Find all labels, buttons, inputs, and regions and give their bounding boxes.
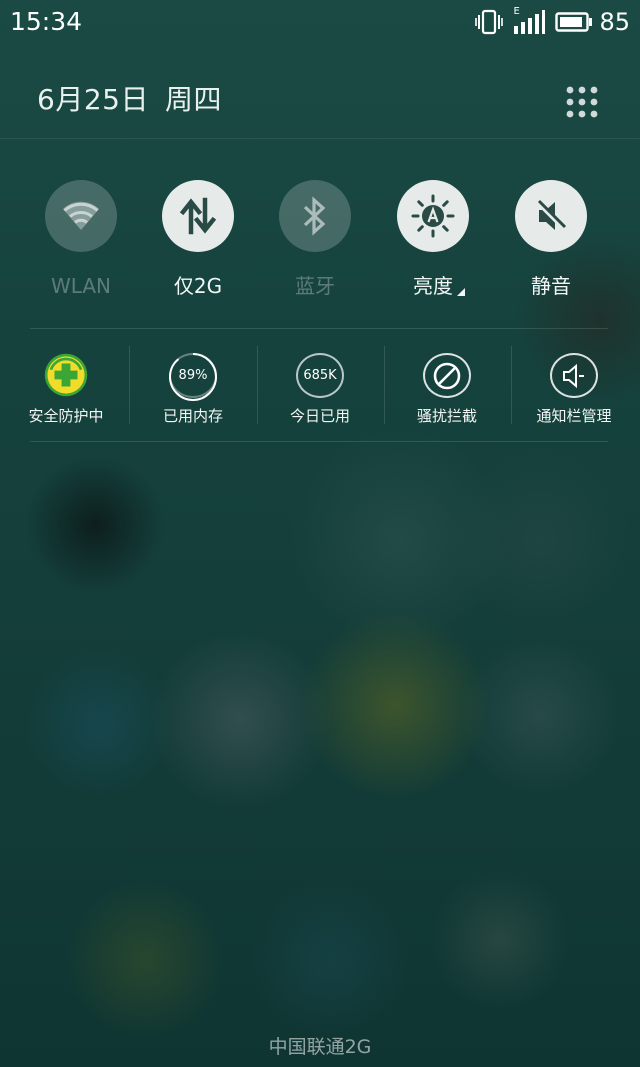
tool-memory-label: 已用内存 <box>162 407 223 425</box>
tool-block-calls-label: 骚扰拦截 <box>416 407 477 425</box>
tool-security-label: 安全防护中 <box>28 407 104 425</box>
block-icon <box>423 353 471 398</box>
memory-value: 89% <box>178 368 208 383</box>
brightness-expand-icon <box>457 288 465 296</box>
battery-level: 85 <box>599 8 630 36</box>
toggle-mute-circle <box>515 180 587 252</box>
network-type-label: E <box>513 6 520 17</box>
toggle-brightness-circle <box>397 180 469 252</box>
status-icons: E 85 <box>475 6 630 38</box>
data-usage-ring-icon: 685K <box>296 353 344 398</box>
tool-security[interactable]: 安全防护中 <box>3 346 129 426</box>
tool-notification-manager-label: 通知栏管理 <box>536 407 612 425</box>
date-display: 6月25日 周四 <box>37 80 222 120</box>
tool-notification-manager[interactable]: 通知栏管理 <box>511 346 637 426</box>
toggle-mute-label: 静音 <box>531 274 571 298</box>
battery-icon <box>555 11 593 33</box>
toggle-mute[interactable]: 静音 <box>496 180 606 305</box>
tool-memory[interactable]: 89% 已用内存 <box>130 346 256 426</box>
tool-data-usage[interactable]: 685K 今日已用 <box>257 346 383 426</box>
tools-divider <box>30 441 608 442</box>
toggle-brightness-label: 亮度 <box>413 272 465 300</box>
security-shield-icon <box>44 353 88 397</box>
speaker-icon <box>550 353 598 398</box>
carrier-label: 中国联通2G <box>268 1036 372 1058</box>
notification-shade: 15:34 E 85 6月25日 周四 WLAN 仅2G 蓝牙 亮度 静音 安全… <box>0 0 640 1067</box>
toggle-bluetooth-label: 蓝牙 <box>295 274 335 298</box>
header-divider <box>0 138 640 139</box>
tool-block-calls[interactable]: 骚扰拦截 <box>384 346 510 426</box>
toggle-brightness[interactable]: 亮度 <box>378 180 488 305</box>
toggle-wlan-label: WLAN <box>50 274 112 298</box>
vibrate-icon <box>475 9 504 35</box>
mobile-data-icon <box>179 197 217 235</box>
apps-grid-icon <box>566 86 598 118</box>
apps-grid-button[interactable] <box>560 80 604 124</box>
signal-icon: E <box>513 6 546 35</box>
status-time: 15:34 <box>10 7 83 36</box>
data-usage-value: 685K <box>303 368 337 383</box>
date-label: 6月25日 <box>37 83 149 116</box>
brightness-label-text: 亮度 <box>413 274 453 298</box>
toggles-divider <box>30 328 608 329</box>
toggle-wlan-circle <box>45 180 117 252</box>
weekday-label: 周四 <box>164 83 222 116</box>
bluetooth-icon <box>303 196 326 236</box>
tool-data-usage-label: 今日已用 <box>289 407 350 425</box>
wifi-icon <box>63 201 99 230</box>
toggle-bluetooth-circle <box>279 180 351 252</box>
toggle-wlan[interactable]: WLAN <box>26 180 136 305</box>
toggle-mobile-data[interactable]: 仅2G <box>143 180 253 305</box>
toggle-bluetooth[interactable]: 蓝牙 <box>260 180 370 305</box>
mute-icon <box>535 199 567 231</box>
auto-brightness-icon <box>411 194 455 238</box>
toggle-mobile-data-label: 仅2G <box>173 274 223 298</box>
memory-ring-icon: 89% <box>169 353 217 401</box>
toggle-mobile-data-circle <box>162 180 234 252</box>
